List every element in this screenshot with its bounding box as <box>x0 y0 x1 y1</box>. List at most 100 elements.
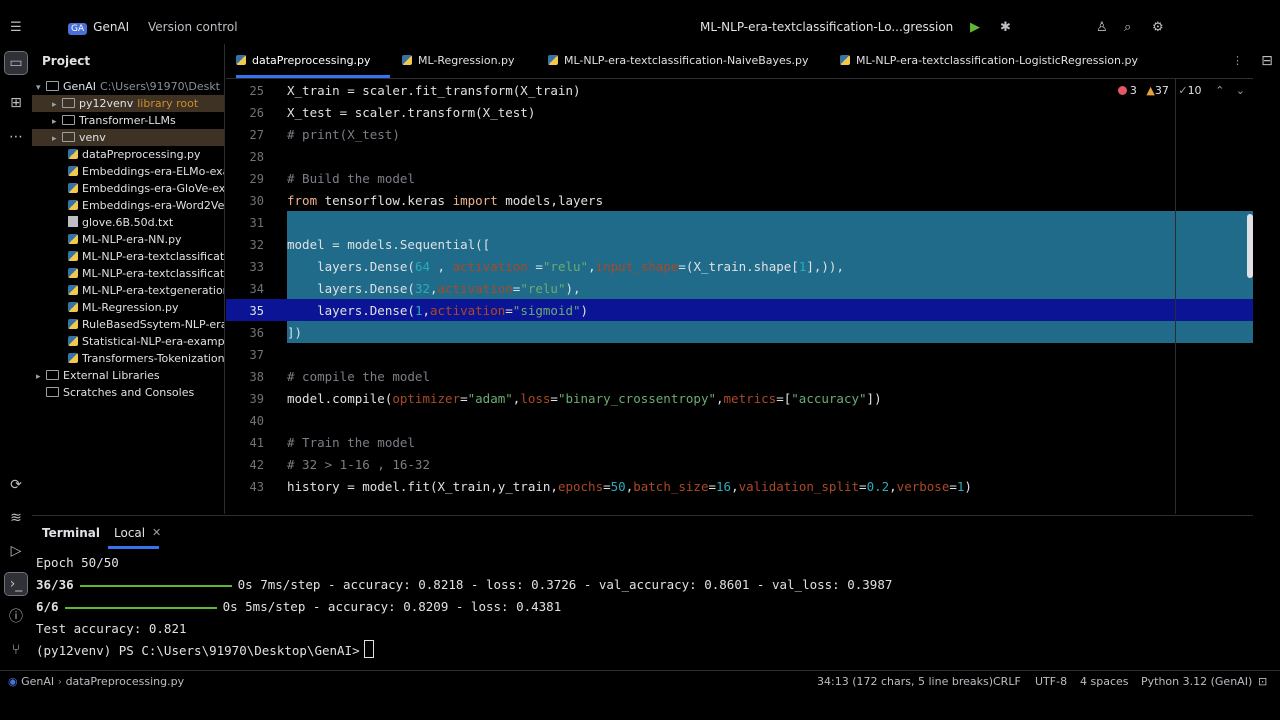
tree-item-external-libraries[interactable]: ▸ External Libraries <box>32 367 224 384</box>
python-file-icon <box>68 353 78 363</box>
indent-setting[interactable]: 4 spaces <box>1080 675 1129 688</box>
tree-item-file[interactable]: Transformers-Tokenization <box>32 350 224 367</box>
python-packages-icon[interactable]: ⟳ <box>5 474 27 496</box>
breadcrumb-project: GenAI <box>21 675 55 688</box>
structure-tool-icon[interactable]: ⊞ <box>5 92 27 114</box>
tree-item-file[interactable]: ML-NLP-era-textclassificati <box>32 248 224 265</box>
code-line[interactable]: X_test = scaler.transform(X_test) <box>287 102 535 124</box>
code-line[interactable]: from tensorflow.keras import models,laye… <box>287 190 603 212</box>
settings-icon[interactable]: ⚙ <box>1152 20 1164 35</box>
tree-item-venv[interactable]: ▸ venv <box>32 129 224 146</box>
tree-item-file[interactable]: Embeddings-era-Word2Vec <box>32 197 224 214</box>
terminal-panel: Terminal Local ✕ Epoch 50/50 36/36 0s 7ms… <box>32 515 1253 671</box>
tab-ml-regression[interactable]: ML-Regression.py <box>402 44 515 78</box>
breadcrumb-file: dataPreprocessing.py <box>65 675 185 688</box>
add-user-icon[interactable]: ♙ <box>1096 20 1108 35</box>
weak-warning-count: 10 <box>1187 84 1202 97</box>
tree-item-file[interactable]: glove.6B.50d.txt <box>32 214 224 231</box>
tree-item-file[interactable]: Embeddings-era-GloVe-exa <box>32 180 224 197</box>
lock-icon[interactable]: ⊡ <box>1258 675 1267 688</box>
chevron-up-icon[interactable]: ⌃ <box>1215 84 1224 97</box>
text-file-icon <box>68 216 78 227</box>
tab-logisticregression[interactable]: ML-NLP-era-textclassification-LogisticRe… <box>840 44 1138 78</box>
code-line[interactable]: # Train the model <box>287 432 415 454</box>
python-file-icon <box>68 149 78 159</box>
tree-item-file[interactable]: ML-NLP-era-textclassificat <box>32 265 224 282</box>
tree-item-label: Transformers-Tokenization <box>82 352 225 365</box>
search-icon[interactable]: ⌕ <box>1124 20 1131 35</box>
code-line[interactable]: # compile the model <box>287 366 430 388</box>
file-encoding[interactable]: UTF-8 <box>1035 675 1067 688</box>
python-file-icon <box>68 319 78 329</box>
code-line[interactable]: # Build the model <box>287 168 415 190</box>
terminal-tab-local[interactable]: Local <box>107 526 160 549</box>
project-tool-icon[interactable]: ▭ <box>4 51 28 75</box>
tab-label: dataPreprocessing.py <box>252 54 371 67</box>
code-line[interactable]: history = model.fit(X_train,y_train,epoc… <box>287 476 972 498</box>
python-interpreter[interactable]: Python 3.12 (GenAI) <box>1141 675 1252 688</box>
python-file-icon <box>68 302 78 312</box>
python-file-icon <box>68 234 78 244</box>
line-number: 41 <box>249 436 264 450</box>
metrics-text: 0s 7ms/step - accuracy: 0.8218 - loss: 0… <box>237 577 893 592</box>
services-icon[interactable]: ▷ <box>5 540 27 562</box>
close-icon[interactable]: ✕ <box>152 526 161 539</box>
inspection-widget[interactable]: 3 ▲37 ✓10 ⌃ ⌄ <box>1117 84 1245 97</box>
code-line-current[interactable]: layers.Dense(1,activation="sigmoid") <box>287 300 588 322</box>
line-separator[interactable]: CRLF <box>993 675 1021 688</box>
tree-item-scratches[interactable]: Scratches and Consoles <box>32 384 224 401</box>
tab-naivebayes[interactable]: ML-NLP-era-textclassification-NaiveBayes… <box>548 44 809 78</box>
code-line[interactable]: ]) <box>287 322 302 344</box>
terminal-tool-icon[interactable]: ›_ <box>4 572 28 596</box>
caret-position[interactable]: 34:13 (172 chars, 5 line breaks) <box>817 675 993 688</box>
status-bar: ◉ GenAI › dataPreprocessing.py 34:13 (17… <box>0 670 1280 693</box>
project-panel: Project ▾ GenAI C:\Users\91970\Deskt ▸ py12… <box>32 44 225 514</box>
notifications-icon[interactable]: ⊟ <box>1256 50 1278 72</box>
terminal-prompt[interactable]: (py12venv) PS C:\Users\91970\Desktop\Gen… <box>36 640 374 662</box>
breadcrumb[interactable]: ◉ GenAI › dataPreprocessing.py <box>8 675 184 688</box>
version-control-menu[interactable]: Version control <box>148 20 238 34</box>
tabs-more-icon[interactable]: ⋮ <box>1232 44 1243 78</box>
editor-scrollbar[interactable] <box>1247 214 1253 278</box>
tree-item-file[interactable]: ML-NLP-era-textgeneration <box>32 282 224 299</box>
run-icon[interactable]: ▶ <box>970 20 980 35</box>
library-icon <box>46 370 59 380</box>
code-line[interactable]: # print(X_test) <box>287 124 400 146</box>
code-line[interactable]: model = models.Sequential([ <box>287 234 490 256</box>
code-line[interactable]: layers.Dense(64 , activation ="relu",inp… <box>287 256 844 278</box>
tree-item-label: External Libraries <box>63 369 160 382</box>
tree-item-genai[interactable]: ▾ GenAI C:\Users\91970\Deskt <box>32 78 224 95</box>
tree-item-file[interactable]: RuleBasedSsytem-NLP-era <box>32 316 224 333</box>
problems-icon[interactable]: ⓘ <box>5 606 27 628</box>
code-line[interactable]: # 32 > 1-16 , 16-32 <box>287 454 430 476</box>
run-configuration-selector[interactable]: ML-NLP-era-textclassification-Lo...gress… <box>700 20 953 34</box>
tree-item-file[interactable]: ML-Regression.py <box>32 299 224 316</box>
tree-item-path: C:\Users\91970\Deskt <box>100 80 220 93</box>
tree-item-file[interactable]: Statistical-NLP-era-exampl <box>32 333 224 350</box>
project-selector[interactable]: GA GenAI <box>68 20 129 35</box>
line-number: 34 <box>249 282 264 296</box>
code-line[interactable]: layers.Dense(32,activation="relu"), <box>287 278 580 300</box>
chevron-down-icon[interactable]: ⌄ <box>1236 84 1245 97</box>
main-menu-icon[interactable]: ☰ <box>10 20 22 35</box>
tree-item-file[interactable]: ML-NLP-era-NN.py <box>32 231 224 248</box>
more-tools-icon[interactable]: ⋯ <box>5 126 27 148</box>
tree-item-file[interactable]: dataPreprocessing.py <box>32 146 224 163</box>
code-line[interactable]: X_train = scaler.fit_transform(X_train) <box>287 80 581 102</box>
git-icon[interactable]: ⑂ <box>5 639 27 661</box>
line-number: 37 <box>249 348 264 362</box>
line-number: 27 <box>249 128 264 142</box>
layers-icon[interactable]: ≋ <box>5 507 27 529</box>
tree-item-transformer-llms[interactable]: ▸ Transformer-LLMs <box>32 112 224 129</box>
tab-datapreprocessing[interactable]: dataPreprocessing.py <box>236 44 390 78</box>
tree-item-py12venv[interactable]: ▸ py12venv library root <box>32 95 224 112</box>
tree-item-label: Embeddings-era-Word2Vec <box>82 199 225 212</box>
project-panel-title: Project <box>42 54 91 68</box>
tree-item-label: Scratches and Consoles <box>63 386 195 399</box>
warning-count: 37 <box>1154 84 1169 97</box>
code-line[interactable]: model.compile(optimizer="adam",loss="bin… <box>287 388 882 410</box>
tree-item-file[interactable]: Embeddings-era-ELMo-exa <box>32 163 224 180</box>
debug-icon[interactable]: ✱ <box>1000 20 1011 35</box>
chevron-right-icon: › <box>57 675 63 688</box>
warning-icon: ▲ <box>1146 84 1155 97</box>
